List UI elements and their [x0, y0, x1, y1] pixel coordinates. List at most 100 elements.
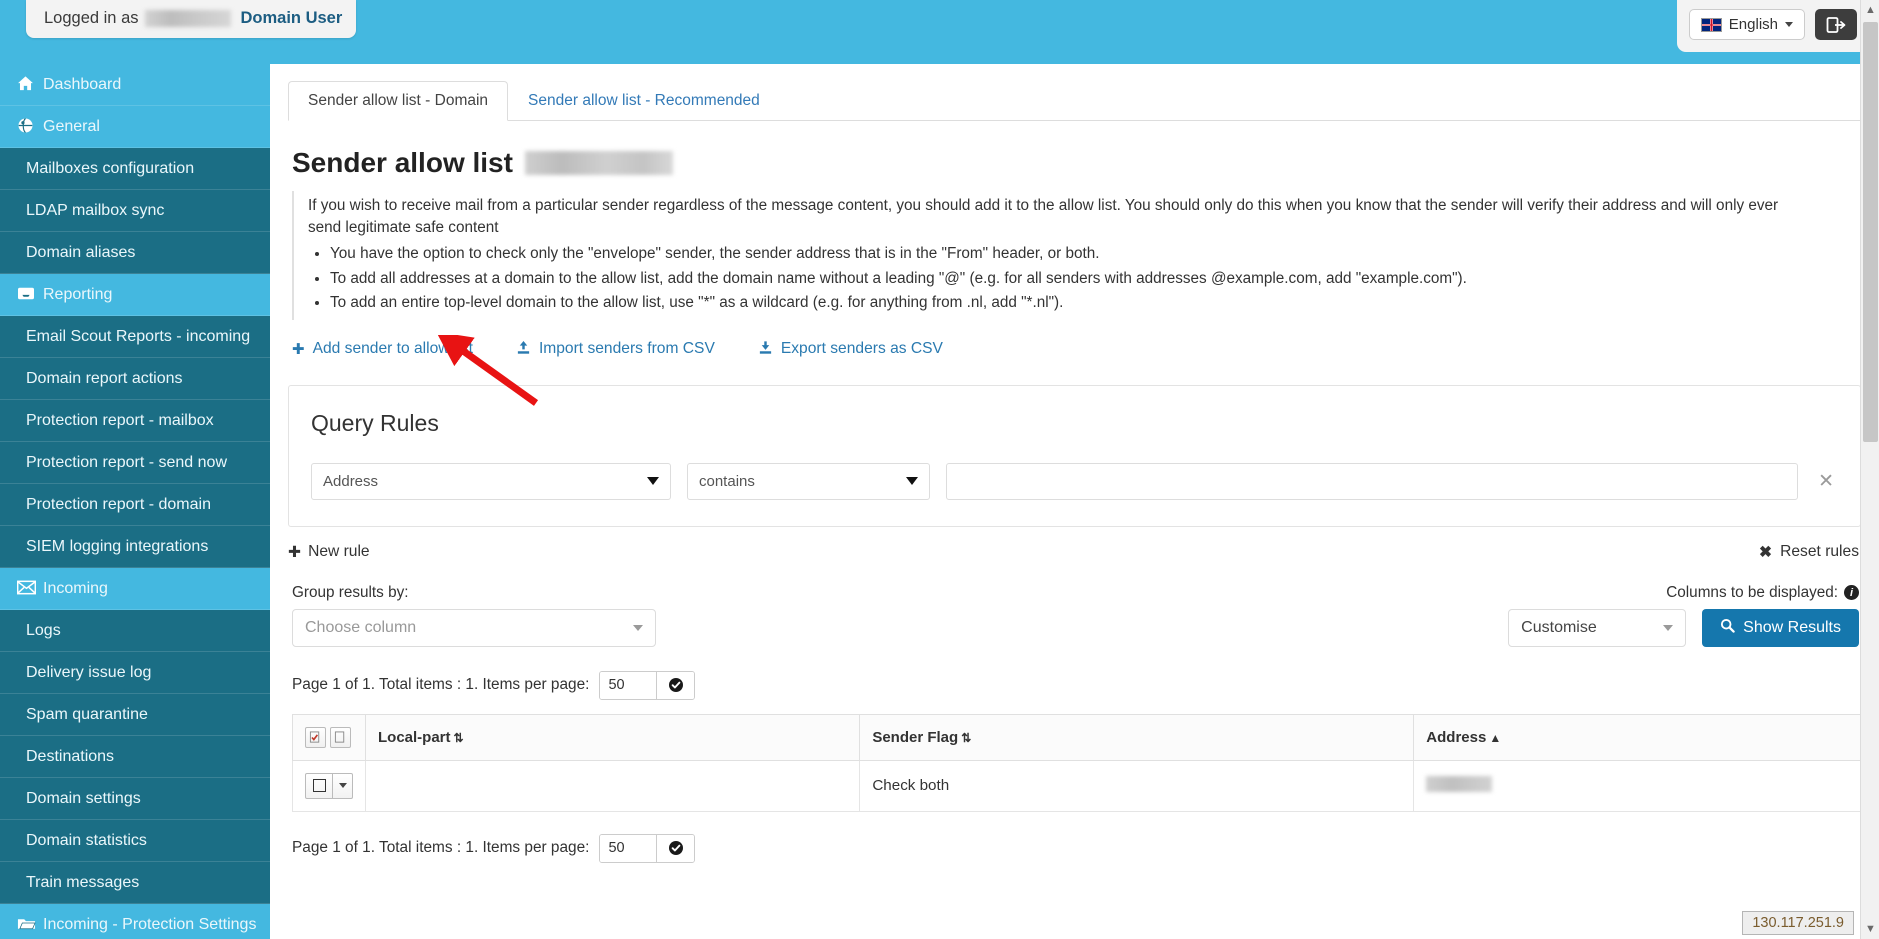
sidebar-item-logs[interactable]: Logs	[0, 610, 270, 652]
sidebar-item-ldap-mailbox-sync[interactable]: LDAP mailbox sync	[0, 190, 270, 232]
sort-asc-icon: ▲	[1489, 730, 1502, 745]
language-selector[interactable]: English	[1688, 9, 1805, 40]
table-header-local-part-label: Local-part	[378, 728, 451, 746]
row-menu-caret-icon[interactable]	[332, 773, 352, 798]
sort-both-icon: ⇅	[961, 730, 972, 745]
chevron-down-icon	[1785, 22, 1793, 27]
sidebar-item-domain-statistics[interactable]: Domain statistics	[0, 820, 270, 862]
rule-operator-value: contains	[699, 472, 755, 490]
sidebar-item-reporting[interactable]: Reporting	[0, 274, 270, 316]
sidebar-item-domain-aliases[interactable]: Domain aliases	[0, 232, 270, 274]
sidebar-item-label: Protection report - mailbox	[26, 411, 214, 429]
check-circle-icon	[668, 678, 683, 693]
tab-bar: Sender allow list - Domain Sender allow …	[288, 80, 1861, 121]
rule-value-input[interactable]	[946, 462, 1799, 500]
import-senders-from-csv-link[interactable]: Import senders from CSV	[516, 340, 715, 359]
deselect-all-icon[interactable]	[330, 726, 351, 748]
sidebar-item-protection-report-domain[interactable]: Protection report - domain	[0, 484, 270, 526]
group-results-control: Group results by: Choose column	[292, 584, 656, 647]
sidebar-item-mailboxes-configuration[interactable]: Mailboxes configuration	[0, 148, 270, 190]
export-senders-as-csv-link[interactable]: Export senders as CSV	[758, 340, 943, 359]
scroll-down-icon[interactable]: ▼	[1861, 919, 1879, 939]
items-per-page-input[interactable]	[600, 671, 657, 699]
help-bullet: To add all addresses at a domain to the …	[330, 268, 1802, 290]
table-header-row: Local-part ⇅ Sender Flag ⇅ Address ▲	[292, 713, 1861, 761]
items-per-page-control	[599, 670, 696, 700]
row-select-control[interactable]	[305, 772, 353, 799]
items-per-page-apply-button-bottom[interactable]	[656, 834, 695, 862]
sidebar-item-domain-report-actions[interactable]: Domain report actions	[0, 358, 270, 400]
info-icon[interactable]: i	[1844, 585, 1859, 601]
inbox-icon	[17, 285, 43, 305]
columns-label: Columns to be displayed:	[1666, 583, 1838, 601]
customise-columns-select[interactable]: Customise	[1508, 608, 1687, 647]
sidebar-item-incoming[interactable]: Incoming	[0, 568, 270, 610]
cell-sender-flag: Check both	[859, 759, 1415, 812]
page-title: Sender allow list	[292, 147, 1879, 179]
sidebar-item-label: Logs	[26, 621, 61, 639]
action-links: ✚ Add sender to allow list Import sender…	[292, 340, 1879, 359]
logged-in-pill: Logged in as Domain User	[26, 0, 357, 38]
remove-rule-icon[interactable]: ✕	[1814, 470, 1838, 493]
sidebar-item-train-messages[interactable]: Train messages	[0, 862, 270, 904]
sidebar-item-label: Destinations	[26, 747, 115, 765]
sidebar-item-domain-settings[interactable]: Domain settings	[0, 778, 270, 820]
add-sender-label: Add sender to allow list	[312, 340, 473, 358]
sidebar-item-label: Mailboxes configuration	[26, 159, 195, 177]
pagination-bottom: Page 1 of 1. Total items : 1. Items per …	[292, 833, 1879, 863]
import-senders-label: Import senders from CSV	[538, 340, 715, 358]
table-header-address[interactable]: Address ▲	[1413, 713, 1861, 761]
table-header-local-part[interactable]: Local-part ⇅	[364, 713, 861, 761]
tab-sender-allow-list-domain[interactable]: Sender allow list - Domain	[288, 81, 509, 121]
sidebar-item-label: Spam quarantine	[26, 705, 148, 723]
show-results-button[interactable]: Show Results	[1702, 608, 1859, 647]
items-per-page-input-bottom[interactable]	[600, 834, 657, 862]
rule-operator-select[interactable]: contains	[687, 462, 930, 500]
plus-icon: ✚	[288, 543, 302, 561]
rule-field-select[interactable]: Address	[311, 462, 671, 500]
table-header-sender-flag[interactable]: Sender Flag ⇅	[859, 713, 1415, 761]
query-rules-heading: Query Rules	[311, 409, 439, 436]
sidebar-item-label: General	[43, 117, 100, 135]
row-checkbox[interactable]	[306, 774, 332, 798]
sidebar-item-label: Domain report actions	[26, 369, 183, 387]
new-rule-button[interactable]: ✚ New rule	[288, 543, 370, 562]
logout-button[interactable]	[1815, 9, 1857, 40]
chevron-down-icon	[1663, 624, 1674, 631]
sidebar-item-siem-logging-integrations[interactable]: SIEM logging integrations	[0, 526, 270, 568]
vertical-scrollbar[interactable]: ▲ ▼	[1860, 0, 1879, 939]
add-sender-to-allow-list-link[interactable]: ✚ Add sender to allow list	[292, 340, 473, 358]
sidebar[interactable]: Dashboard General Mailboxes configuration L…	[0, 64, 270, 939]
items-per-page-apply-button[interactable]	[656, 671, 695, 699]
group-results-value: Choose column	[305, 618, 417, 636]
reset-rules-button[interactable]: ✖ Reset rules	[1759, 543, 1859, 562]
rule-field-value: Address	[323, 472, 379, 490]
help-bullet: You have the option to check only the "e…	[330, 243, 1802, 265]
sidebar-item-dashboard[interactable]: Dashboard	[0, 64, 270, 106]
sidebar-item-spam-quarantine[interactable]: Spam quarantine	[0, 694, 270, 736]
group-results-label: Group results by:	[292, 583, 409, 601]
scrollbar-thumb[interactable]	[1863, 22, 1878, 442]
sidebar-item-incoming-protection-settings[interactable]: Incoming - Protection Settings	[0, 904, 270, 939]
select-all-icon[interactable]	[305, 726, 326, 748]
sidebar-item-protection-report-mailbox[interactable]: Protection report - mailbox	[0, 400, 270, 442]
customise-columns-value: Customise	[1521, 618, 1597, 636]
check-circle-icon	[668, 841, 683, 856]
sidebar-item-email-scout-reports-incoming[interactable]: Email Scout Reports - incoming	[0, 316, 270, 358]
sidebar-item-label: Incoming - Protection Settings	[43, 915, 257, 933]
rule-actions-bar: ✚ New rule ✖ Reset rules	[288, 543, 1859, 562]
pagination-summary: Page 1 of 1. Total items : 1. Items per …	[292, 676, 590, 694]
help-box: If you wish to receive mail from a parti…	[292, 191, 1802, 320]
close-icon: ✖	[1759, 543, 1773, 561]
chevron-down-icon	[633, 624, 643, 631]
tab-sender-allow-list-recommended[interactable]: Sender allow list - Recommended	[508, 81, 780, 121]
group-results-select[interactable]: Choose column	[292, 608, 656, 647]
sidebar-item-delivery-issue-log[interactable]: Delivery issue log	[0, 652, 270, 694]
scroll-up-icon[interactable]: ▲	[1861, 0, 1879, 20]
sidebar-item-destinations[interactable]: Destinations	[0, 736, 270, 778]
help-bullet-list: You have the option to check only the "e…	[308, 243, 1802, 314]
sidebar-item-label: Domain aliases	[26, 243, 136, 261]
sidebar-item-protection-report-send-now[interactable]: Protection report - send now	[0, 442, 270, 484]
sidebar-item-general[interactable]: General	[0, 106, 270, 148]
cell-local-part	[364, 759, 861, 812]
